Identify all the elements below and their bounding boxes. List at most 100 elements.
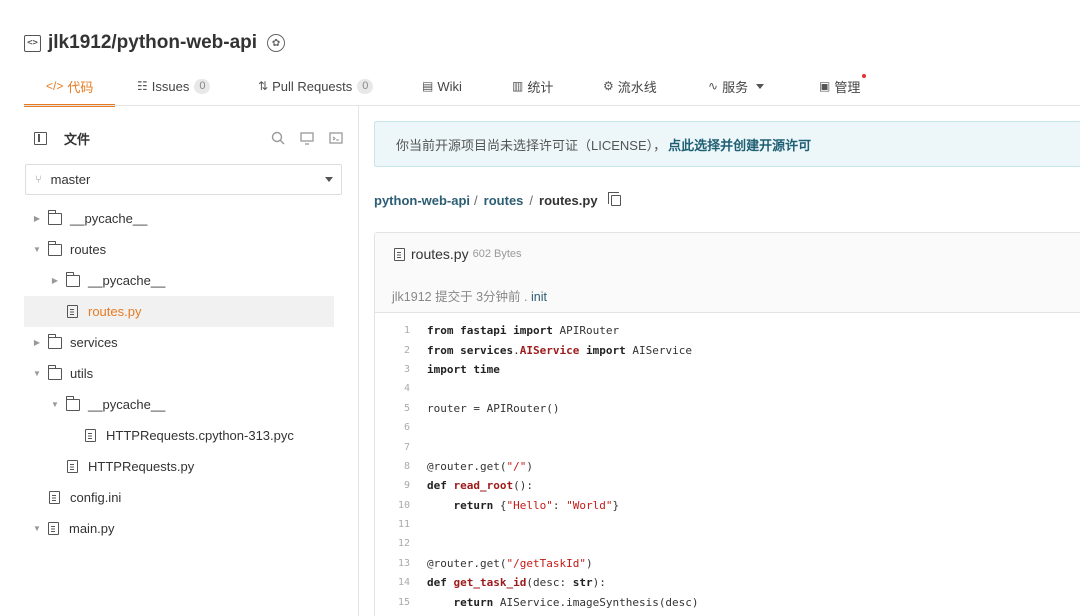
tree-item-label: routes.py — [88, 304, 142, 319]
line-number: 2 — [403, 344, 410, 356]
tree-item-pycache[interactable]: ▶ __pycache__ — [24, 203, 358, 234]
line-number: 13 — [397, 557, 410, 569]
tab-manage[interactable]: ▣ 管理 — [819, 66, 867, 106]
tree-item-utils[interactable]: ▼ utils — [24, 358, 358, 389]
commit-message[interactable]: init — [531, 290, 547, 304]
code-line: 7 — [375, 437, 1080, 456]
tab-wiki-label: Wiki — [437, 78, 462, 94]
tab-pipeline[interactable]: ⚙ 流水线 — [603, 66, 708, 106]
file-icon — [85, 429, 96, 442]
collapse-sidebar-icon[interactable] — [34, 131, 47, 145]
file-title: routes.py 602 Bytes — [392, 246, 522, 262]
license-notice: 你当前开源项目尚未选择许可证（LICENSE）， 点此选择并创建开源许可 — [374, 121, 1080, 167]
code-line: 3 import time — [375, 360, 1080, 379]
line-number: 8 — [403, 460, 410, 472]
file-header: routes.py 602 Bytes jlk1912 提交于 3分钟前 . i… — [375, 233, 1080, 313]
tab-pipeline-label: 流水线 — [617, 79, 657, 95]
chevron-down-icon — [756, 83, 765, 89]
code-line: 11 — [375, 515, 1080, 534]
tab-stats[interactable]: ▥ 统计 — [512, 66, 603, 106]
tab-code[interactable]: </> 代码 — [24, 66, 115, 107]
tab-wiki[interactable]: ▤ Wiki — [422, 66, 512, 106]
chevron-down-icon: ▼ — [33, 245, 41, 254]
tree-item-httprequests-pyc[interactable]: HTTPRequests.cpython-313.pyc — [24, 420, 358, 451]
breadcrumb-separator: / — [474, 192, 478, 208]
folder-icon — [47, 333, 62, 349]
branch-selector[interactable]: ⑂ master — [25, 164, 342, 195]
tab-pull-requests-label: Pull Requests — [272, 78, 353, 94]
pull-request-icon: ⇅ — [258, 79, 269, 93]
line-number: 5 — [403, 402, 410, 414]
line-number: 14 — [397, 577, 410, 589]
repo-header: <> jlk1912/python-web-api ✿ </> 代码 ☷ Iss… — [0, 0, 1080, 107]
tree-item-httprequests-py[interactable]: HTTPRequests.py — [24, 451, 358, 482]
chevron-down-icon — [325, 177, 333, 182]
copy-path-icon[interactable] — [607, 191, 621, 206]
issues-icon: ☷ — [137, 79, 148, 93]
branch-name: master — [50, 172, 91, 187]
tree-item-routes-pycache[interactable]: ▶ __pycache__ — [24, 265, 358, 296]
tab-issues-label: Issues — [151, 78, 190, 94]
line-number: 10 — [397, 499, 410, 511]
code-line: 1 from fastapi import APIRouter — [375, 321, 1080, 340]
tree-item-config-ini[interactable]: config.ini — [24, 482, 358, 513]
tab-manage-label: 管理 — [834, 79, 861, 95]
code-line: 8 @router.get("/") — [375, 457, 1080, 476]
code-text: @router.get("/") — [427, 459, 533, 473]
code-view: 1 from fastapi import APIRouter 2 from ser… — [375, 321, 1080, 612]
search-icon[interactable] — [270, 130, 286, 146]
code-line: 14 def get_task_id(desc: str): — [375, 573, 1080, 592]
tab-pull-requests[interactable]: ⇅ Pull Requests 0 — [258, 66, 416, 106]
repo-title: <> jlk1912/python-web-api ✿ — [24, 32, 286, 54]
file-icon — [67, 305, 78, 318]
tree-item-label: __pycache__ — [70, 211, 148, 226]
tree-item-routes-py[interactable]: routes.py — [24, 296, 334, 327]
breadcrumb-folder[interactable]: routes — [484, 193, 524, 208]
tab-code-label: 代码 — [67, 79, 94, 95]
terminal-icon[interactable] — [328, 130, 344, 146]
repo-name[interactable]: jlk1912/python-web-api — [48, 32, 257, 54]
wiki-icon: ▤ — [422, 79, 434, 93]
breadcrumb-separator: / — [529, 192, 534, 208]
chevron-right-icon: ▶ — [33, 338, 41, 347]
chevron-down-icon: ▼ — [33, 524, 41, 533]
line-number: 3 — [403, 363, 410, 375]
file-viewer: routes.py 602 Bytes jlk1912 提交于 3分钟前 . i… — [374, 232, 1080, 616]
code-line: 12 — [375, 534, 1080, 553]
tree-item-label: HTTPRequests.cpython-313.pyc — [106, 428, 294, 443]
pipeline-icon: ⚙ — [603, 79, 614, 93]
license-notice-text: 你当前开源项目尚未选择许可证（LICENSE）， — [396, 137, 667, 153]
pull-requests-count-badge: 0 — [357, 78, 374, 94]
code-line: 13 @router.get("/getTaskId") — [375, 554, 1080, 573]
file-icon — [49, 491, 60, 504]
stats-icon: ▥ — [512, 79, 524, 93]
breadcrumb: python-web-api / routes / routes.py — [374, 189, 621, 211]
folder-open-icon — [47, 240, 62, 256]
code-line: 10 return {"Hello": "World"} — [375, 496, 1080, 515]
tab-service[interactable]: ∿ 服务 — [708, 66, 819, 106]
line-number: 9 — [403, 480, 410, 492]
create-license-link[interactable]: 点此选择并创建开源许可 — [668, 135, 811, 154]
tab-issues[interactable]: ☷ Issues 0 — [137, 66, 252, 106]
tree-item-routes[interactable]: ▼ routes — [24, 234, 358, 265]
tree-item-label: __pycache__ — [88, 397, 166, 412]
code-text: @router.get("/getTaskId") — [427, 556, 593, 570]
file-icon — [394, 247, 405, 261]
commit-author[interactable]: jlk1912 — [392, 290, 432, 304]
tree-item-services[interactable]: ▶ services — [24, 327, 358, 358]
file-size: 602 Bytes — [472, 248, 522, 260]
code-line: 9 def read_root(): — [375, 476, 1080, 495]
recommend-badge-icon[interactable]: ✿ — [267, 34, 286, 52]
code-text: router = APIRouter() — [427, 401, 560, 415]
repo-tabs: </> 代码 ☷ Issues 0 ⇅ Pull Requests 0 ▤ Wi… — [24, 66, 1080, 107]
sidebar-header: 文件 — [24, 124, 358, 152]
tree-item-main-py[interactable]: ▼ main.py — [24, 513, 358, 544]
breadcrumb-repo[interactable]: python-web-api — [374, 193, 470, 208]
tree-item-utils-pycache[interactable]: ▼ __pycache__ — [24, 389, 358, 420]
sidebar-tools — [270, 130, 344, 146]
folder-open-icon — [65, 395, 80, 411]
issues-count-badge: 0 — [194, 78, 211, 94]
file-icon — [48, 522, 59, 535]
desktop-icon[interactable] — [299, 130, 315, 146]
tree-item-label: config.ini — [70, 490, 122, 505]
